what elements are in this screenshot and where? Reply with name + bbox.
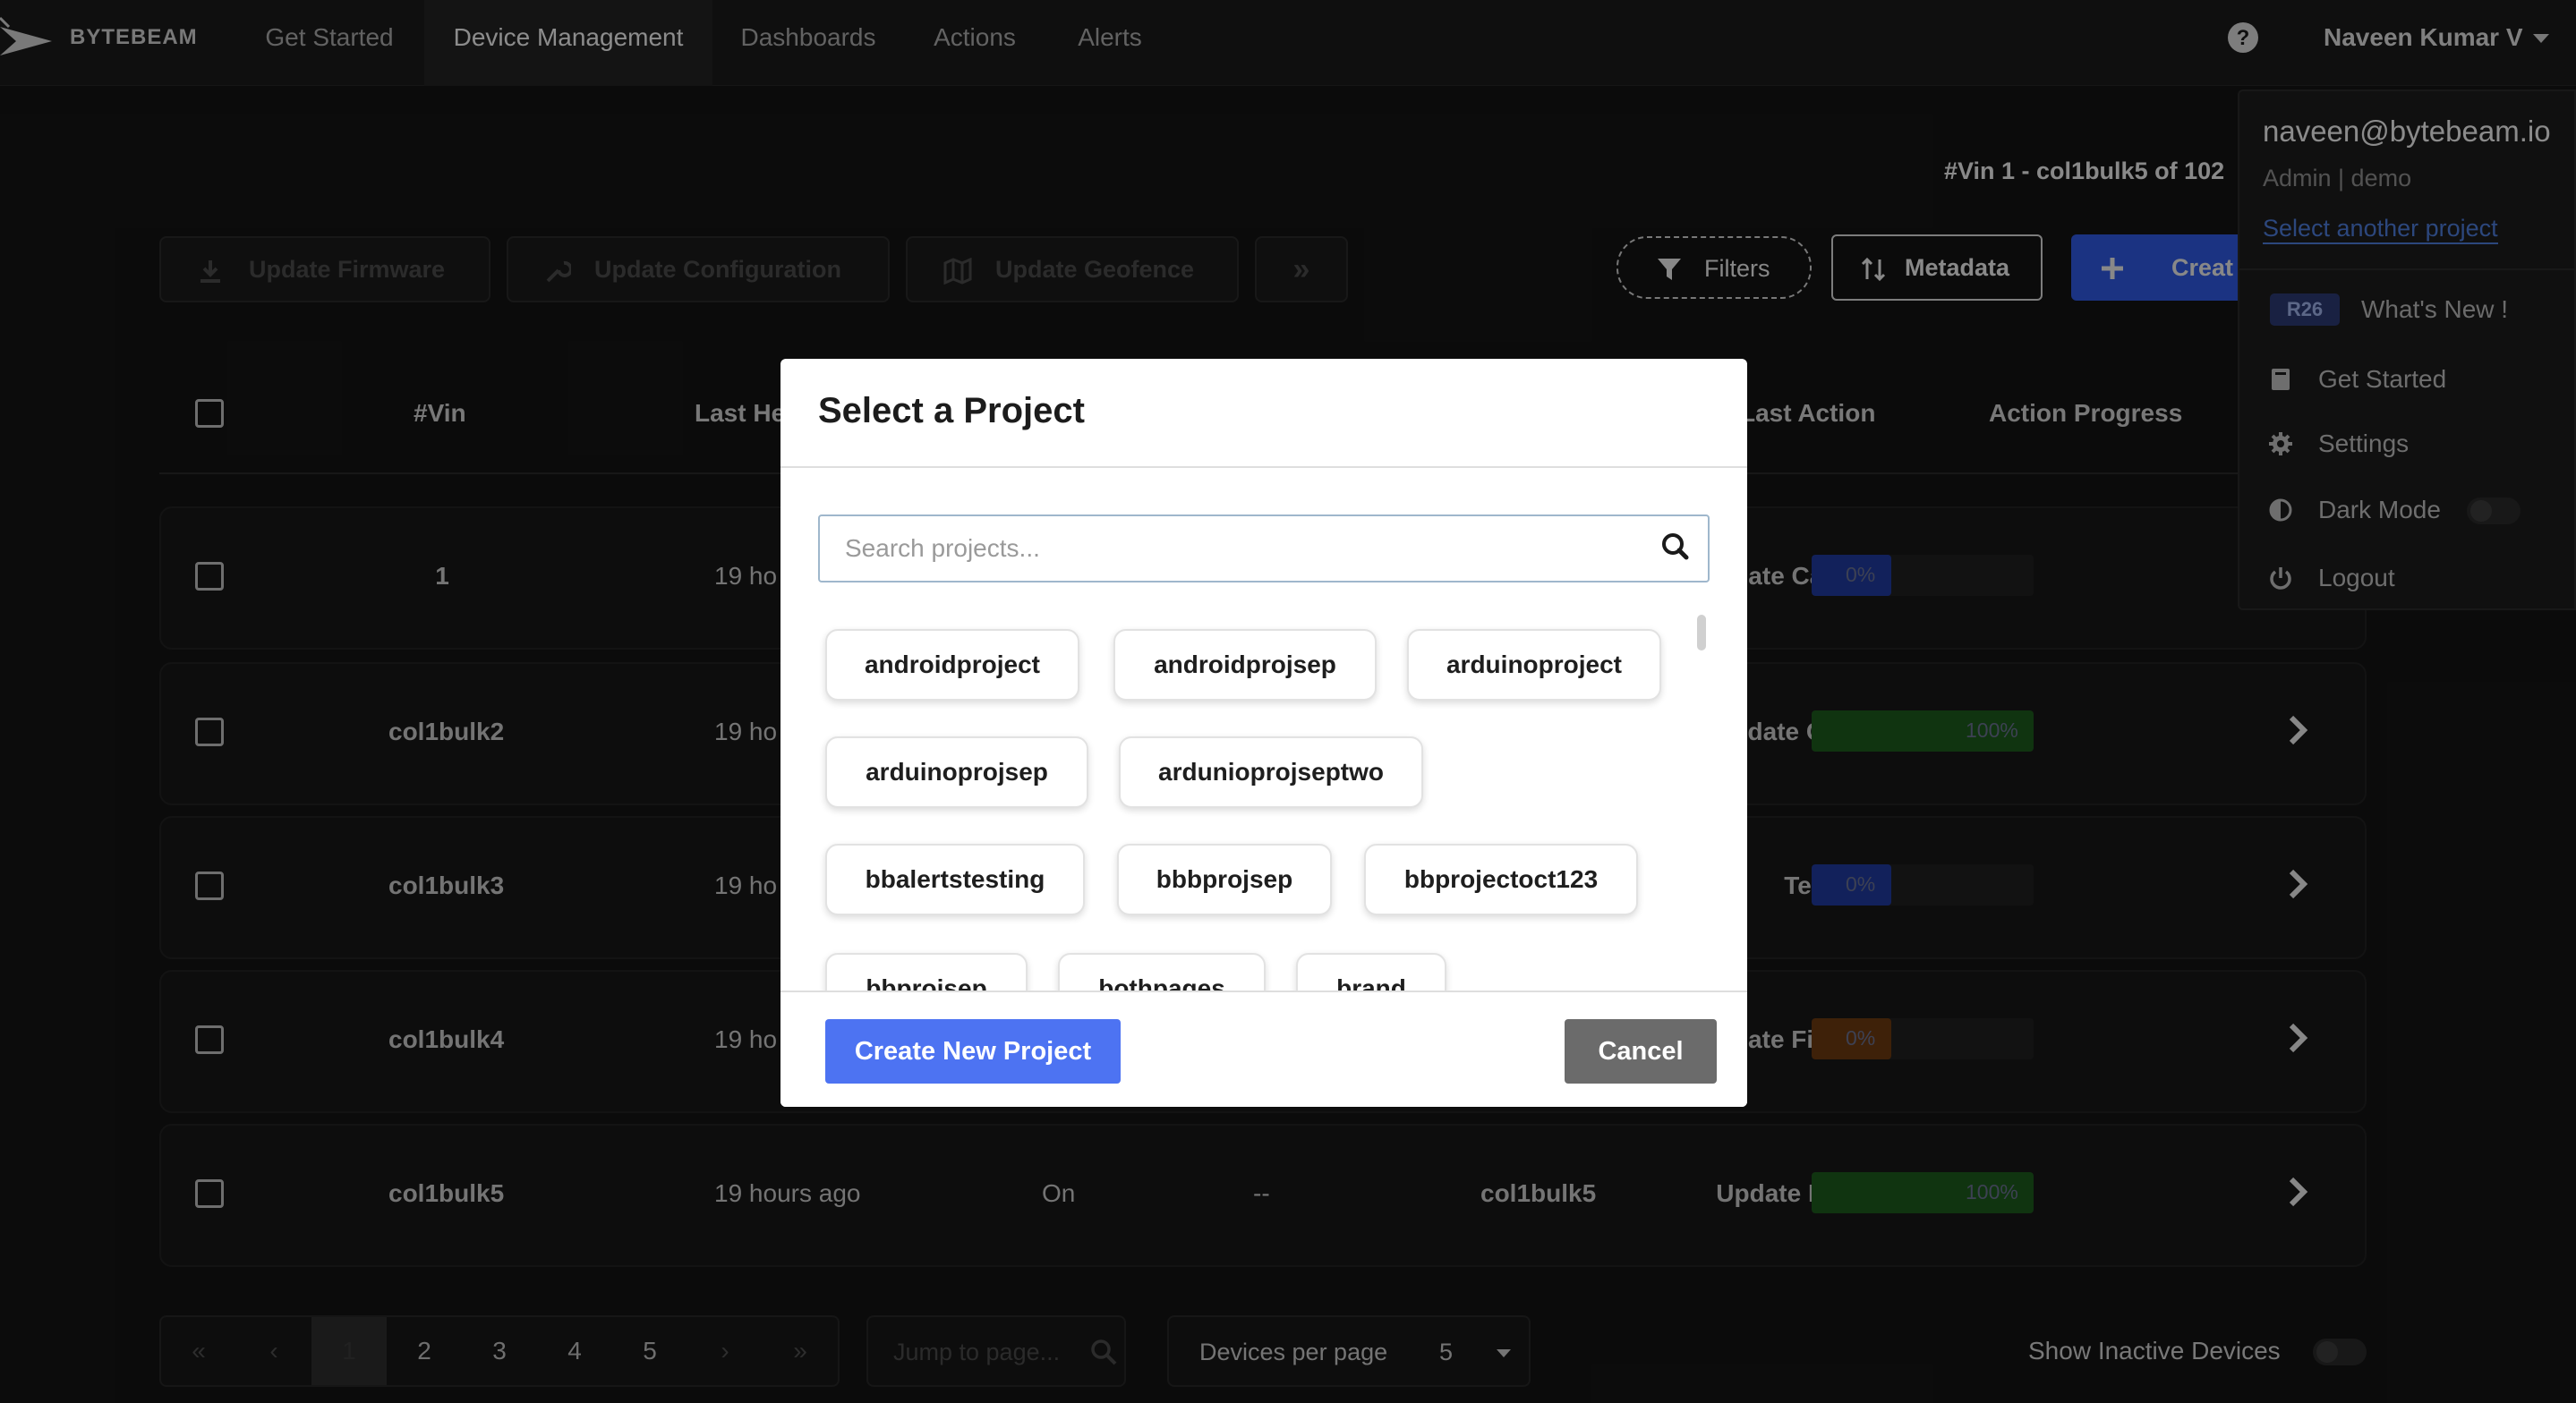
project-chip-bbalertstesting[interactable]: bbalertstesting (825, 844, 1085, 915)
search-input[interactable] (820, 516, 1643, 581)
project-chip-androidprojsep[interactable]: androidprojsep (1113, 629, 1377, 701)
project-chip-bbprojsep[interactable]: bbprojsep (825, 953, 1028, 992)
project-chip-bbprojectoct123[interactable]: bbprojectoct123 (1364, 844, 1638, 915)
project-list[interactable]: androidproject androidprojsep arduinopro… (780, 602, 1747, 992)
project-chip-bbbprojsep[interactable]: bbbprojsep (1117, 844, 1332, 915)
select-project-modal: Select a Project androidproject androidp… (780, 359, 1747, 1107)
project-chip-ardunioprojseptwo[interactable]: ardunioprojseptwo (1119, 736, 1423, 808)
project-search-field[interactable] (818, 514, 1710, 582)
search-icon[interactable] (1658, 529, 1693, 565)
modal-footer: Create New Project Cancel (780, 991, 1747, 1107)
project-chip-androidproject[interactable]: androidproject (825, 629, 1079, 701)
project-chip-brand[interactable]: brand (1296, 953, 1446, 992)
project-chip-arduinoproject[interactable]: arduinoproject (1407, 629, 1661, 701)
project-chip-bothpages[interactable]: bothpages (1058, 953, 1266, 992)
create-new-project-button[interactable]: Create New Project (825, 1019, 1121, 1084)
modal-header: Select a Project (780, 359, 1747, 468)
project-chip-arduinoprojsep[interactable]: arduinoprojsep (825, 736, 1088, 808)
modal-title: Select a Project (818, 391, 1085, 430)
cancel-button[interactable]: Cancel (1565, 1019, 1717, 1084)
project-list-scrollbar[interactable] (1697, 615, 1706, 650)
